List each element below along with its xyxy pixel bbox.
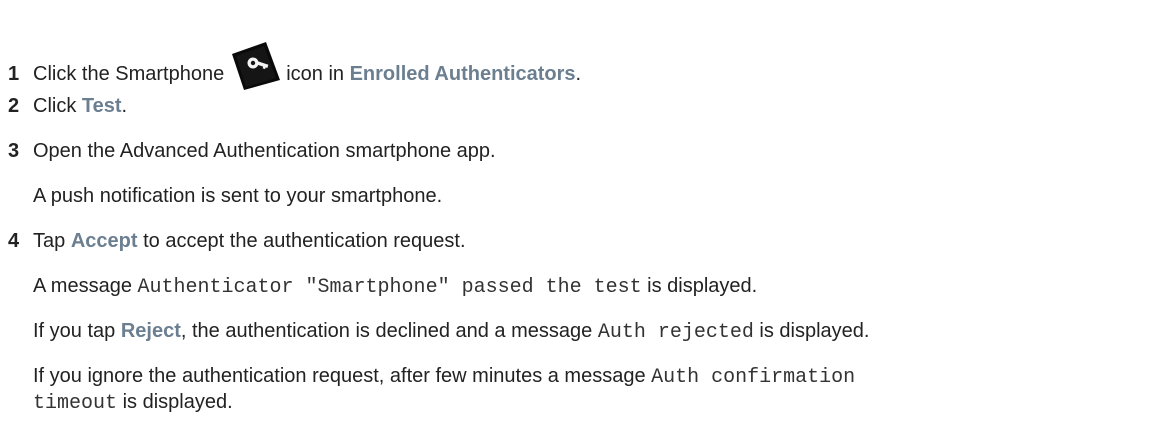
step-text: icon in <box>286 63 345 85</box>
step-4: 4 Tap Accept to accept the authentication… <box>0 228 466 254</box>
ui-term-enrolled-authenticators: Enrolled Authenticators <box>349 63 576 85</box>
note-text: , the authentication is declined and a m… <box>180 320 593 342</box>
step-text: Open the Advanced Authentication smartph… <box>33 140 496 162</box>
step-text: Click <box>33 95 77 117</box>
ui-term-reject: Reject <box>120 320 181 342</box>
procedure-steps: 1 Click the Smartphone icon in Enrolled A… <box>0 0 1157 432</box>
step-4-ignore-note: If you ignore the authentication request… <box>33 363 855 391</box>
step-3-result: A push notification is sent to your smar… <box>33 183 442 209</box>
result-text: A message <box>33 275 132 297</box>
result-text: is displayed. <box>647 275 758 297</box>
code-message-passed: Authenticator "Smartphone" passed the te… <box>137 276 642 299</box>
step-4-ignore-note-cont: timeout is displayed. <box>33 389 233 417</box>
step-2: 2 Click Test. <box>0 93 127 119</box>
note-text: If you tap <box>33 320 116 342</box>
step-number: 3 <box>8 140 20 162</box>
ui-term-accept: Accept <box>70 230 138 252</box>
note-text: is displayed. <box>122 391 233 413</box>
ui-term-test: Test <box>81 95 122 117</box>
step-1: 1 Click the Smartphone icon in Enrolled A… <box>0 42 581 90</box>
step-number: 2 <box>8 95 20 117</box>
step-4-result: A message Authenticator "Smartphone" pas… <box>33 273 757 301</box>
step-text: to accept the authentication request. <box>143 230 466 252</box>
step-number: 4 <box>8 230 20 252</box>
code-message-rejected: Auth rejected <box>597 321 754 344</box>
note-text: is displayed. <box>759 320 870 342</box>
code-message-timeout-part2: timeout <box>33 392 118 415</box>
punctuation: . <box>121 95 128 117</box>
punctuation: . <box>575 63 582 85</box>
step-number: 1 <box>8 63 20 85</box>
result-text: A push notification is sent to your smar… <box>33 185 443 207</box>
step-3: 3 Open the Advanced Authentication smartp… <box>0 138 496 164</box>
step-text: Tap <box>33 230 66 252</box>
smartphone-key-icon <box>230 42 282 90</box>
code-message-timeout-part1: Auth confirmation <box>651 366 856 389</box>
step-4-reject-note: If you tap Reject, the authentication is… <box>33 318 869 346</box>
note-text: If you ignore the authentication request… <box>33 365 646 387</box>
step-text: Click the Smartphone <box>33 63 225 85</box>
